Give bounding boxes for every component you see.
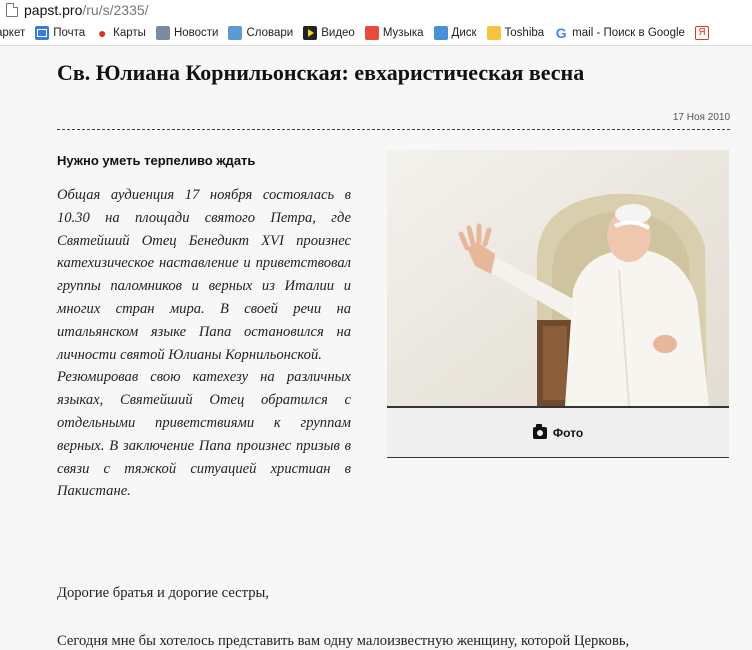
article-subheading: Нужно уметь терпеливо ждать (57, 153, 256, 168)
bookmark-disk[interactable]: Диск (433, 25, 477, 40)
bookmark-google-search[interactable]: Gmail - Поиск в Google (554, 26, 685, 40)
url-path: /ru/s/2335/ (82, 2, 149, 18)
lead-paragraph-2: Резюмировав свою катехезу на различных я… (57, 369, 351, 500)
bookmarks-bar: аркет Почта ● Карты Новости Словари Видео… (0, 20, 752, 46)
body-paragraph-2: Сегодня мне бы хотелось представить вам … (57, 633, 630, 649)
bookmark-label: Новости (173, 26, 219, 39)
body-paragraph-1: Дорогие братья и дорогие сестры, (57, 585, 269, 601)
photo-caption-label: Фото (552, 425, 584, 440)
photo-block: Фото (387, 150, 729, 458)
bookmark-dictionaries[interactable]: Словари (228, 25, 294, 40)
bookmark-label: Toshiba (504, 26, 545, 39)
bookmark-label: аркет (0, 26, 26, 39)
bookmark-label: Видео (321, 26, 355, 39)
bookmark-label: Музыка (382, 26, 424, 39)
folder-icon (486, 25, 501, 40)
map-pin-icon: ● (97, 24, 107, 41)
disk-icon (433, 25, 448, 40)
url-host: papst.pro (24, 2, 83, 18)
google-icon: G (555, 24, 567, 41)
title-divider (57, 129, 730, 130)
bookmark-yandex[interactable]: Я (694, 25, 713, 40)
photo-caption[interactable]: Фото (387, 406, 729, 458)
bookmark-label: Почта (53, 26, 86, 39)
article-date: 17 Ноя 2010 (672, 112, 730, 123)
article-lead: Общая аудиенция 17 ноября состоялась в 1… (57, 184, 351, 503)
pope-photo-illustration (387, 150, 729, 406)
bookmark-market[interactable]: аркет (0, 27, 25, 39)
article-title: Св. Юлиана Корнильонская: евхаристическа… (57, 60, 585, 85)
bookmark-toshiba[interactable]: Toshiba (486, 25, 545, 40)
bookmark-label: Карты (113, 26, 146, 39)
article-photo[interactable] (387, 150, 729, 406)
bookmark-news[interactable]: Новости (155, 25, 219, 40)
page-icon (6, 3, 18, 17)
camera-icon (532, 423, 547, 439)
video-icon (303, 25, 318, 40)
bookmark-maps[interactable]: ● Карты (95, 26, 146, 40)
dictionary-icon (228, 25, 243, 40)
bookmark-label: Словари (246, 26, 294, 39)
bookmark-video[interactable]: Видео (303, 25, 355, 40)
yandex-icon: Я (694, 25, 709, 40)
lead-paragraph-1: Общая аудиенция 17 ноября состоялась в 1… (57, 187, 351, 363)
music-icon (364, 25, 379, 40)
news-icon (155, 25, 170, 40)
address-bar[interactable]: papst.pro/ru/s/2335/ (0, 0, 752, 20)
bookmark-mail[interactable]: Почта (35, 25, 86, 40)
bookmark-music[interactable]: Музыка (364, 25, 424, 40)
bookmark-label: Диск (451, 26, 477, 39)
bookmark-label: mail - Поиск в Google (572, 26, 685, 39)
mail-icon (35, 25, 50, 40)
